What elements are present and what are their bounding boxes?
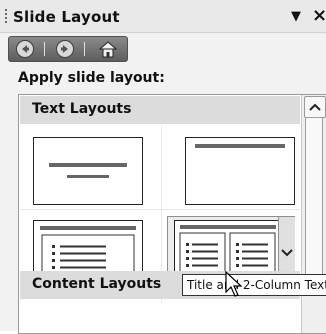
apply-slide-layout-label: Apply slide layout: — [18, 70, 165, 86]
section-label: Text Layouts — [32, 101, 132, 117]
layout-list: Text Layouts Content Layouts — [18, 94, 326, 334]
section-label: Content Layouts — [32, 276, 162, 292]
home-icon — [98, 41, 118, 58]
forward-arrow-icon — [61, 45, 68, 53]
forward-button[interactable] — [56, 40, 74, 58]
navigation-button-group — [8, 36, 128, 62]
home-button[interactable] — [97, 39, 119, 59]
title-only-layout-icon — [195, 144, 285, 148]
task-pane-titlebar: Slide Layout ▼ × — [0, 0, 326, 33]
back-button[interactable] — [16, 40, 34, 58]
vertical-scrollbar[interactable] — [301, 95, 326, 333]
scrollbar-thumb[interactable] — [305, 117, 323, 277]
mouse-pointer-icon — [225, 271, 243, 297]
layout-thumbnail-title-slide[interactable] — [33, 137, 143, 205]
task-pane-title: Slide Layout — [13, 8, 120, 26]
back-arrow-icon — [22, 45, 29, 53]
title-slide-layout-icon — [49, 163, 127, 178]
grid-divider — [20, 209, 300, 210]
task-pane-toolbar — [0, 33, 326, 65]
toolbar-separator — [44, 42, 45, 56]
layout-thumbnail-title-only[interactable] — [185, 137, 295, 205]
layout-tooltip: Title and 2-Column Text — [182, 274, 326, 296]
toolbar-separator — [84, 42, 85, 56]
chevron-up-icon — [309, 103, 321, 111]
drag-grip-icon[interactable] — [5, 9, 7, 25]
scroll-up-button[interactable] — [304, 96, 326, 118]
slide-layout-task-pane: Slide Layout ▼ × Apply slide layout: Tex… — [0, 0, 326, 334]
close-button[interactable]: × — [312, 5, 326, 26]
section-header-text-layouts[interactable]: Text Layouts — [20, 96, 300, 124]
task-pane-menu-button[interactable]: ▼ — [291, 9, 301, 24]
